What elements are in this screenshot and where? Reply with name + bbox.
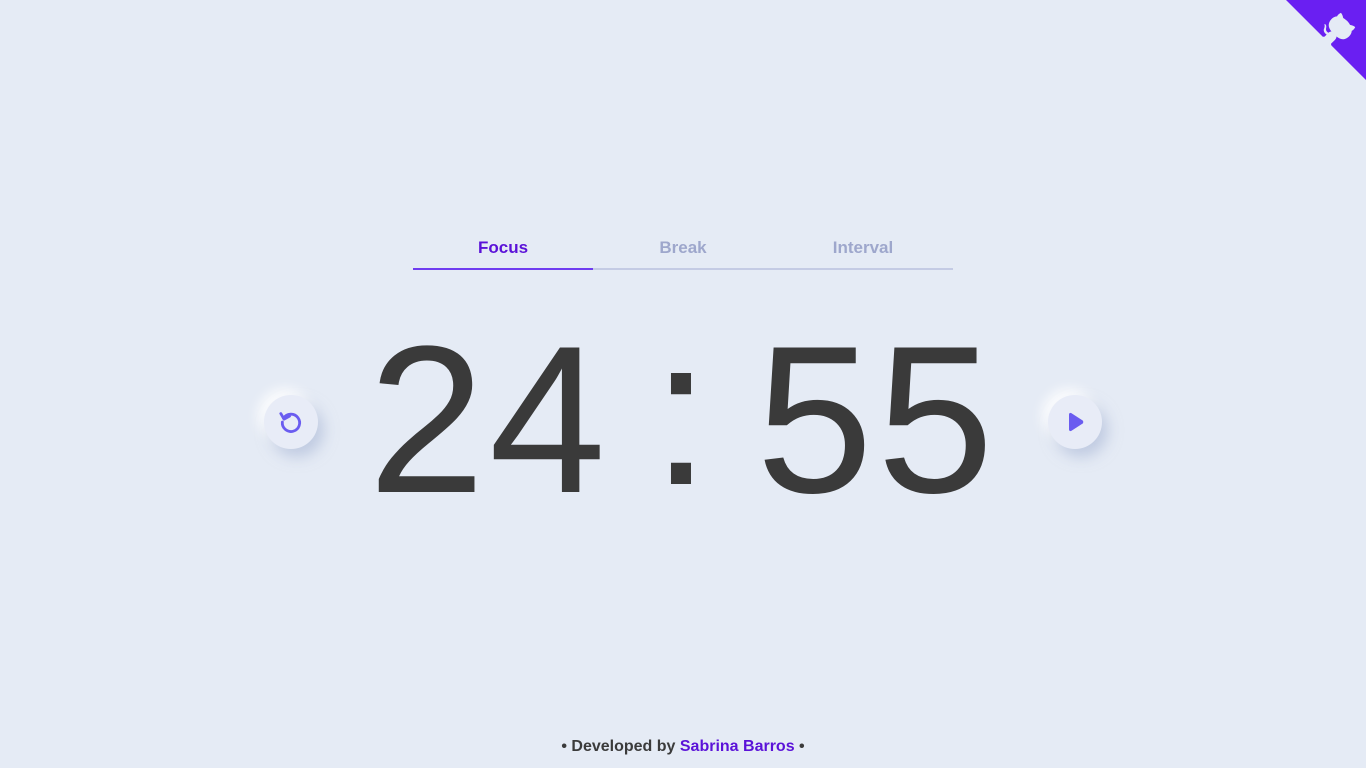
github-corner-link[interactable]: [1286, 0, 1366, 80]
timer-minutes: 24: [368, 302, 610, 537]
mode-tabs: Focus Break Interval: [413, 228, 953, 270]
footer-prefix: • Developed by: [561, 738, 676, 755]
author-link[interactable]: Sabrina Barros: [680, 738, 795, 755]
reset-icon: [279, 412, 302, 433]
play-button[interactable]: [1048, 395, 1102, 449]
pomodoro-page: Focus Break Interval 24 : 55 • Developed…: [0, 0, 1366, 768]
timer-separator: :: [651, 294, 715, 529]
timer-seconds: 55: [756, 302, 998, 537]
github-octocat-icon: [1286, 0, 1366, 80]
play-icon: [1069, 412, 1084, 432]
footer: • Developed by Sabrina Barros •: [0, 738, 1366, 756]
tab-focus[interactable]: Focus: [413, 228, 593, 270]
reset-button[interactable]: [264, 395, 318, 449]
footer-suffix: •: [799, 738, 805, 755]
timer-display: 24 : 55: [343, 302, 1023, 537]
tab-break[interactable]: Break: [593, 228, 773, 268]
tab-interval[interactable]: Interval: [773, 228, 953, 268]
